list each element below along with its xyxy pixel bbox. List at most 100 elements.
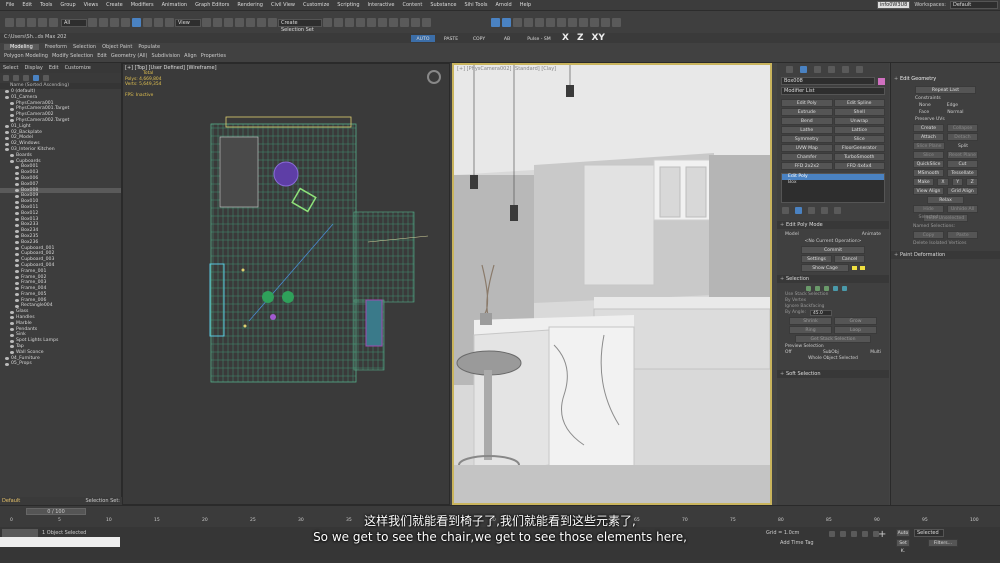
visibility-eye-icon[interactable] [15, 246, 19, 250]
constraint-face[interactable]: Face [919, 109, 929, 116]
show-cage-button[interactable]: Show Cage [801, 264, 849, 272]
tab-populate[interactable]: Populate [138, 44, 160, 50]
modifier-list-dropdown[interactable]: Modifier List [781, 87, 885, 95]
visibility-eye-icon[interactable] [10, 310, 14, 314]
scene-tab-display[interactable]: Display [21, 63, 45, 73]
modify-tab-icon[interactable] [800, 65, 807, 73]
modifier-button-extrude[interactable]: Extrude [781, 108, 833, 116]
plugin-icon-4[interactable] [524, 18, 533, 27]
modifier-button-bend[interactable]: Bend [781, 117, 833, 125]
edit-geometry-header[interactable]: Edit Geometry [891, 75, 1000, 83]
modifier-button-shell[interactable]: Shell [833, 108, 885, 116]
workspace-dropdown[interactable]: Default [950, 1, 998, 9]
menu-item-customize[interactable]: Customize [299, 0, 333, 11]
ab-button[interactable]: AB [494, 33, 520, 43]
remove-modifier-icon[interactable] [821, 207, 828, 214]
detach-button[interactable]: Detach [947, 133, 978, 141]
modifier-button-floorgenerator[interactable]: FloorGenerator [833, 144, 885, 152]
snap-icon[interactable] [224, 18, 233, 27]
visibility-eye-icon[interactable] [15, 183, 19, 187]
repeat-last-button[interactable]: Repeat Last [915, 86, 976, 94]
modifier-button-lattice[interactable]: Lattice [833, 126, 885, 134]
layer-default-label[interactable]: Default [2, 498, 20, 504]
filter-icon[interactable] [3, 75, 9, 81]
menu-item-arnold[interactable]: Arnold [492, 0, 516, 11]
grow-button[interactable]: Grow [834, 317, 877, 325]
utilities-tab-icon[interactable] [856, 65, 863, 73]
visibility-eye-icon[interactable] [5, 90, 9, 94]
constraint-edge[interactable]: Edge [947, 102, 958, 109]
paste-button[interactable]: PASTE [438, 33, 464, 43]
object-name-field[interactable]: Box008 [781, 77, 876, 85]
visibility-eye-icon[interactable] [15, 217, 19, 221]
model-radio[interactable]: Model [785, 231, 799, 238]
menu-item-edit[interactable]: Edit [18, 0, 36, 11]
viewport-camera[interactable]: [+] [PhysCamera002] [Standard] [Clay] [452, 63, 772, 505]
visibility-eye-icon[interactable] [15, 165, 19, 169]
visibility-eye-icon[interactable] [10, 333, 14, 337]
selection-header[interactable]: Selection [777, 275, 889, 283]
visibility-eye-icon[interactable] [10, 154, 14, 158]
slice-button[interactable]: Slice [913, 151, 944, 159]
menu-item-animation[interactable]: Animation [158, 0, 192, 11]
visibility-eye-icon[interactable] [15, 299, 19, 303]
ribbon-item-properties[interactable]: Properties [201, 53, 226, 59]
menu-item-modifiers[interactable]: Modifiers [127, 0, 158, 11]
menu-item-interactive[interactable]: Interactive [364, 0, 399, 11]
plugin-icon-12[interactable] [612, 18, 621, 27]
preserve-uvs-checkbox[interactable]: Preserve UVs [915, 116, 994, 123]
visibility-eye-icon[interactable] [10, 345, 14, 349]
undo-icon[interactable] [5, 18, 14, 27]
visibility-eye-icon[interactable] [15, 270, 19, 274]
plugin-icon-1[interactable] [491, 18, 500, 27]
make-planar-button[interactable]: Make Planar [913, 178, 935, 193]
schematic-view-icon[interactable] [378, 18, 387, 27]
menu-item-views[interactable]: Views [80, 0, 102, 11]
modifier-button-chamfer[interactable]: Chamfer [781, 153, 833, 161]
copy-button[interactable]: COPY [466, 33, 492, 43]
collapse-button[interactable]: Collapse [947, 124, 978, 132]
plugin-icon-6[interactable] [546, 18, 555, 27]
preview-off-radio[interactable]: Off [785, 350, 791, 356]
menu-item-tools[interactable]: Tools [36, 0, 56, 11]
plugin-icon-8[interactable] [568, 18, 577, 27]
unlink-icon[interactable] [38, 18, 47, 27]
tessellate-button[interactable]: Tessellate [947, 169, 978, 177]
visibility-eye-icon[interactable] [5, 136, 9, 140]
visibility-eye-icon[interactable] [10, 101, 14, 105]
polygon-mode-icon[interactable] [833, 286, 838, 291]
plugin-icon-7[interactable] [557, 18, 566, 27]
visibility-eye-icon[interactable] [15, 252, 19, 256]
slice-plane-button[interactable]: Slice Plane [913, 142, 945, 150]
animate-radio[interactable]: Animate [862, 231, 881, 238]
percent-snap-icon[interactable] [246, 18, 255, 27]
menu-item-rendering[interactable]: Rendering [233, 0, 267, 11]
copy-selection-button[interactable]: Copy [913, 231, 944, 239]
ribbon-item-edit[interactable]: Edit [97, 53, 107, 59]
axis-xy-button[interactable]: XY [591, 33, 604, 43]
make-unique-icon[interactable] [808, 207, 815, 214]
visibility-eye-icon[interactable] [15, 241, 19, 245]
plugin-icon-11[interactable] [601, 18, 610, 27]
visibility-eye-icon[interactable] [15, 188, 19, 192]
redo-icon[interactable] [16, 18, 25, 27]
visibility-eye-icon[interactable] [15, 194, 19, 198]
auto-seam-button[interactable]: AUTO SEAM [410, 33, 436, 51]
display-tab-icon[interactable] [842, 65, 849, 73]
visibility-eye-icon[interactable] [5, 130, 9, 134]
planar-y-button[interactable]: Y [951, 178, 964, 186]
menu-item-civil-view[interactable]: Civil View [267, 0, 299, 11]
visibility-eye-icon[interactable] [10, 159, 14, 163]
visibility-eye-icon[interactable] [15, 200, 19, 204]
constraint-none[interactable]: None [919, 102, 931, 109]
tab-modeling[interactable]: Modeling [4, 44, 39, 50]
modifier-button-symmetry[interactable]: Symmetry [781, 135, 833, 143]
visibility-eye-icon[interactable] [10, 107, 14, 111]
visibility-eye-icon[interactable] [15, 293, 19, 297]
constraint-normal[interactable]: Normal [947, 109, 963, 116]
visibility-eye-icon[interactable] [15, 229, 19, 233]
commit-button[interactable]: Commit [801, 246, 865, 254]
element-mode-icon[interactable] [842, 286, 847, 291]
ribbon-item-polygon-modeling[interactable]: Polygon Modeling [4, 53, 48, 59]
stack-box[interactable]: Box [782, 180, 884, 186]
